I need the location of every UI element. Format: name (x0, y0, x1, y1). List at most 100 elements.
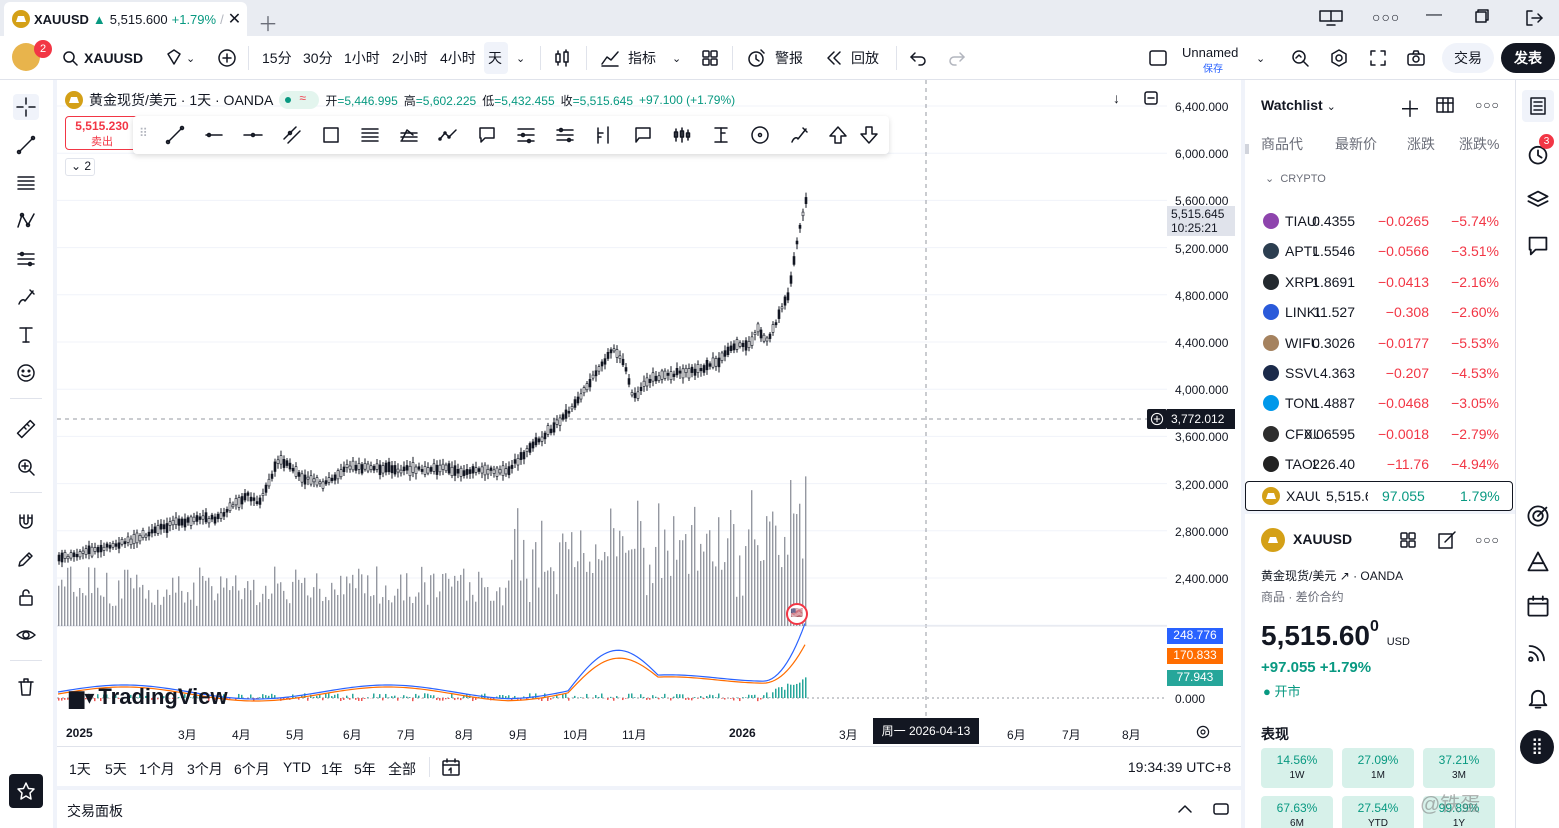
replay-icon[interactable] (824, 48, 844, 68)
performance-cell[interactable]: 27.54% YTD (1342, 796, 1414, 828)
axis-settings-icon[interactable] (1195, 724, 1211, 740)
performance-cell[interactable]: 67.63% 6M (1261, 796, 1333, 828)
redo-icon[interactable] (947, 48, 967, 68)
layout-icon[interactable] (1148, 48, 1168, 68)
templates-icon[interactable] (700, 48, 720, 68)
watchlist-row[interactable]: WIFUSD0.3026−0.0177−5.53% (1245, 328, 1515, 358)
section-crypto[interactable]: ⌄ CRYPTO (1265, 172, 1326, 185)
apps-grid-icon[interactable]: ⣿ (1520, 730, 1554, 764)
us-flag-event-icon[interactable]: 🇺🇸 (786, 603, 808, 625)
add-symbol-watchlist-icon[interactable]: ＋ (1399, 92, 1421, 124)
crosshair-tool-icon[interactable] (13, 94, 39, 120)
more-icon[interactable]: ○○○ (1372, 9, 1400, 25)
watchlist-more-icon[interactable]: ○○○ (1475, 98, 1500, 112)
detail-symbol[interactable]: XAUUSD (1293, 531, 1352, 547)
indicators-icon[interactable] (600, 48, 620, 68)
publish-button[interactable]: 发表 (1501, 43, 1555, 73)
fib-extension-icon[interactable] (399, 125, 419, 145)
compare-icon[interactable] (164, 48, 184, 68)
range-button[interactable]: 1天 (69, 759, 91, 779)
range-button[interactable]: 3个月 (187, 759, 223, 779)
camera-icon[interactable] (1406, 48, 1426, 68)
collapse-legend[interactable]: ⌄ 2 (65, 158, 95, 176)
magnet-tool-icon[interactable] (13, 508, 39, 534)
legend-title[interactable]: 黄金现货/美元 · 1天 · OANDA (89, 90, 273, 110)
range-button[interactable]: 1个月 (139, 759, 175, 779)
detail-grid-icon[interactable] (1398, 530, 1418, 550)
watchlist-row[interactable]: SSVUSD4.363 −0.207 −4.53% (1245, 358, 1515, 388)
anchored-vwap-icon[interactable] (594, 125, 614, 145)
ideas-pyramid-icon[interactable] (1526, 550, 1550, 574)
undo-icon[interactable] (908, 48, 928, 68)
callout-icon[interactable] (477, 125, 497, 145)
interval-30m[interactable]: 30分 (303, 36, 333, 80)
new-tab-icon[interactable]: ＋ (258, 8, 278, 37)
calendar-icon[interactable] (1526, 594, 1550, 618)
arrow-up-icon[interactable] (828, 125, 848, 145)
maximize-pane-icon[interactable] (1143, 90, 1159, 106)
range-button[interactable]: 5年 (354, 759, 376, 779)
compare-dropdown-icon[interactable]: ⌄ (186, 36, 195, 80)
detail-edit-icon[interactable] (1437, 530, 1457, 550)
chat-icon[interactable] (1526, 234, 1550, 258)
notifications-bell-icon[interactable] (1526, 686, 1550, 710)
trend-line-icon[interactable] (165, 125, 185, 145)
settings-icon[interactable] (1329, 48, 1349, 68)
advanced-view-icon[interactable] (1435, 95, 1455, 115)
range-button[interactable]: 全部 (388, 759, 416, 779)
indicators-button[interactable]: 指标 (628, 36, 656, 80)
measure-icon[interactable] (711, 125, 731, 145)
chart-tab[interactable]: XAUUSD ▲ 5,515.600 +1.79% / ✕ (4, 2, 247, 36)
time-axis[interactable]: 2025 3月 4月 5月 6月 7月 8月 9月 10月 11月 2026 3月 6月 7月 8月 (57, 720, 1167, 746)
search-icon[interactable] (62, 50, 78, 66)
watchlist-row[interactable]: APTUSD1.5546−0.0566−3.51% (1245, 236, 1515, 266)
favorites-star-icon[interactable] (9, 774, 43, 808)
add-alert-icon[interactable] (1147, 409, 1167, 429)
pattern-tool-icon[interactable] (13, 208, 39, 234)
col-change-pct[interactable]: 涨跌% (1459, 134, 1499, 154)
layout-dropdown-icon[interactable]: ⌄ (1256, 36, 1265, 80)
feed-icon[interactable] (1526, 640, 1550, 664)
layers-icon[interactable] (1526, 188, 1550, 212)
range-button[interactable]: YTD (283, 759, 311, 775)
add-symbol-icon[interactable] (217, 48, 237, 68)
keep-drawing-tool-icon[interactable] (13, 546, 39, 572)
interval-4h[interactable]: 4小时 (440, 36, 476, 80)
interval-1h[interactable]: 1小时 (344, 36, 380, 80)
trade-panel-title[interactable]: 交易面板 (67, 801, 123, 821)
emoji-tool-icon[interactable] (13, 360, 39, 386)
trend-line-tool-icon[interactable] (13, 132, 39, 158)
detail-exchange[interactable]: OANDA (1360, 569, 1403, 583)
expand-panel-icon[interactable] (1175, 799, 1195, 819)
interval-2h[interactable]: 2小时 (392, 36, 428, 80)
quick-search-icon[interactable] (1290, 48, 1310, 68)
watchlist-row[interactable]: TONUSD1.4887−0.0468−3.05% (1245, 388, 1515, 418)
performance-cell[interactable]: 37.21% 3M (1423, 748, 1495, 788)
trash-icon[interactable] (13, 674, 39, 700)
interval-1d[interactable]: 天 (488, 36, 502, 80)
indicators-dropdown-icon[interactable]: ⌄ (672, 36, 681, 80)
scroll-to-latest-icon[interactable]: ↓ (1113, 90, 1120, 106)
market-status-pill[interactable]: ≈ (279, 91, 320, 109)
col-last[interactable]: 最新价 (1335, 134, 1377, 154)
path-icon[interactable] (438, 125, 458, 145)
watchlist-row[interactable]: XRPUSD1.8691−0.0413−2.16% (1245, 267, 1515, 297)
selected-watchlist-row[interactable]: XAUUSD 5,515.60 97.055 1.79% (1245, 481, 1513, 511)
col-change[interactable]: 涨跌 (1407, 134, 1435, 154)
date-range-icon[interactable] (516, 125, 536, 145)
external-link-icon[interactable]: ↗ (1340, 569, 1350, 583)
layout-name[interactable]: Unnamed (1182, 45, 1238, 60)
zoom-in-tool-icon[interactable] (13, 454, 39, 480)
ruler-tool-icon[interactable] (13, 416, 39, 442)
trade-button[interactable]: 交易 (1442, 43, 1494, 73)
watchlist-title[interactable]: Watchlist ⌄ (1261, 97, 1336, 113)
watchlist-sidebar-icon[interactable] (1522, 90, 1554, 122)
detail-name[interactable]: 黄金现货/美元 (1261, 569, 1336, 583)
arrow-down-icon[interactable] (859, 125, 879, 145)
alerts-button[interactable]: 警报 (775, 36, 803, 80)
close-tab-icon[interactable]: ✕ (228, 9, 241, 29)
bars-pattern-icon[interactable] (672, 125, 692, 145)
fib-retracement-icon[interactable] (360, 125, 380, 145)
performance-cell[interactable]: 14.56% 1W (1261, 748, 1333, 788)
horizontal-line-icon[interactable] (243, 125, 263, 145)
